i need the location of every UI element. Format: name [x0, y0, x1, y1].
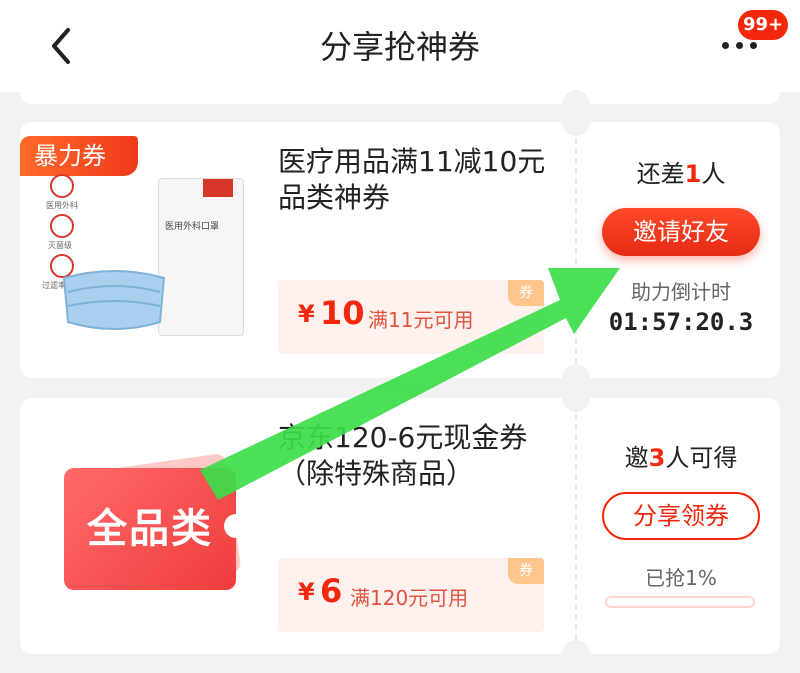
package-label: 医用外科口罩: [165, 222, 220, 232]
status-prefix: 还差: [636, 160, 685, 188]
package-stripe: [203, 179, 233, 197]
status-prefix: 邀: [624, 444, 649, 472]
countdown-label: 助力倒计时: [631, 280, 731, 304]
icon-caption: 医用外科: [46, 201, 78, 210]
coupon-tag: 券: [508, 280, 544, 306]
status-suffix: 人: [701, 160, 726, 188]
title-line: 京东120-6元现金券: [278, 421, 528, 454]
coupon-title: 医疗用品满11减10元 品类神券: [278, 144, 564, 216]
sterile-icon: [50, 214, 74, 238]
coupon-tag: 券: [508, 558, 544, 584]
coupon-amount: 6: [320, 572, 343, 610]
coupon-title: 京东120-6元现金券 （除特殊商品）: [278, 420, 568, 492]
invite-friends-button[interactable]: 邀请好友: [602, 208, 760, 256]
grabbed-progress-text: 已抢1%: [645, 566, 717, 590]
invite-status: 邀3人可得: [598, 438, 764, 473]
title-line: （除特殊商品）: [278, 457, 475, 490]
status-count: 1: [684, 160, 702, 188]
partial-card: [20, 92, 780, 104]
status-count: 3: [648, 444, 666, 472]
icon-caption: 灭菌级: [48, 241, 72, 250]
divider-notch: [562, 384, 590, 412]
coupon-cut: [224, 514, 248, 538]
divider-notch: [562, 640, 590, 668]
coupon-amount: 10: [320, 294, 365, 332]
app-header: 分享抢神券 99+: [0, 0, 800, 92]
coupon-condition: 满120元可用: [350, 586, 469, 610]
divider-notch: [562, 108, 590, 136]
coupon-value-box: ¥ 10 满11元可用 券: [278, 280, 544, 354]
blue-mask-image: [62, 270, 166, 330]
coupon-condition: 满11元可用: [368, 308, 474, 332]
grabbed-progress-bar: [605, 596, 755, 608]
medical-icon: [50, 174, 74, 198]
title-line: 品类神券: [278, 181, 391, 214]
currency-symbol: ¥: [298, 578, 315, 606]
dashed-divider: [575, 414, 577, 640]
title-line: 医疗用品满11减10元: [278, 145, 546, 178]
page-title: 分享抢神券: [319, 28, 480, 66]
dashed-divider: [575, 138, 577, 364]
mask-package-image: 医用外科口罩: [158, 178, 244, 336]
countdown-timer: 01:57:20.3: [608, 308, 754, 336]
share-coupon-button[interactable]: 分享领券: [602, 492, 760, 540]
full-category-label: 全品类: [64, 468, 236, 590]
invite-status: 还差1人: [598, 154, 764, 189]
violence-coupon-badge: 暴力券: [20, 136, 138, 176]
status-suffix: 人可得: [665, 444, 738, 472]
currency-symbol: ¥: [298, 300, 315, 328]
notification-badge: 99+: [738, 10, 789, 40]
coupon-value-box: ¥ 6 满120元可用 券: [278, 558, 544, 632]
full-category-coupon-image: 全品类: [64, 452, 248, 596]
